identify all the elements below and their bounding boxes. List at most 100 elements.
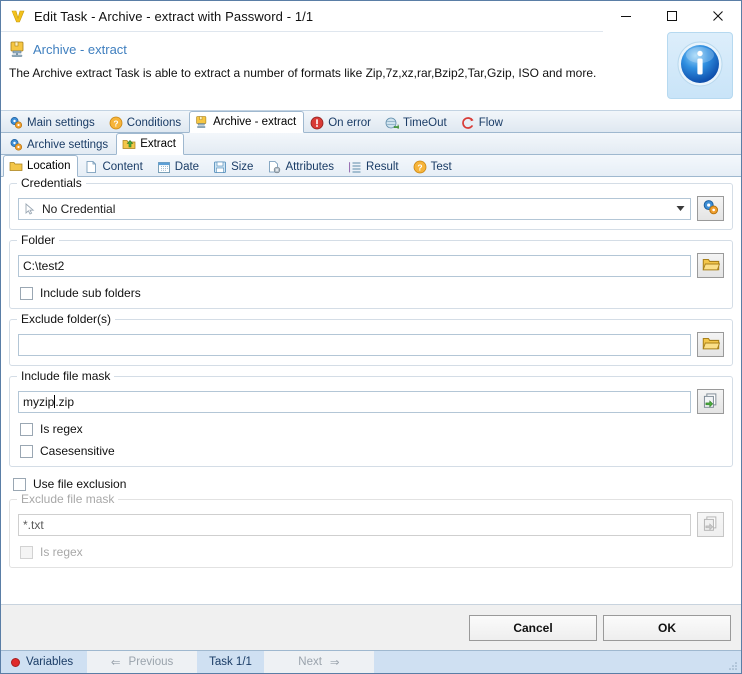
next-label: Next	[298, 656, 322, 668]
tab-date[interactable]: Date	[151, 156, 207, 177]
folder-legend: Folder	[17, 233, 59, 247]
exclude-file-mask-value: *.txt	[23, 515, 44, 535]
gears-icon	[9, 116, 23, 130]
tab-main-settings[interactable]: Main settings	[3, 112, 103, 133]
casesensitive-label: Casesensitive	[40, 444, 115, 458]
location-panel: Credentials No Credential	[1, 177, 741, 604]
variables-label: Variables	[26, 656, 73, 668]
gears-icon	[702, 199, 719, 219]
minimize-button[interactable]	[603, 1, 649, 32]
gears-icon	[9, 138, 23, 152]
include-is-regex-checkbox[interactable]	[20, 423, 33, 436]
page-title: Archive - extract	[33, 42, 127, 57]
tab-test[interactable]: ? Test	[407, 156, 460, 177]
maximize-button[interactable]	[649, 1, 695, 32]
exclude-folders-legend: Exclude folder(s)	[17, 312, 115, 326]
tab-size[interactable]: Size	[207, 156, 261, 177]
task-label: Task 1/1	[209, 656, 252, 668]
previous-label: Previous	[129, 656, 174, 668]
folder-row: C:\test2	[18, 253, 724, 278]
chevron-down-icon[interactable]	[672, 199, 688, 219]
tab-label: Archive - extract	[213, 116, 296, 128]
arrow-right-icon: ⇒	[330, 655, 340, 669]
include-file-mask-value-before-caret: myzip	[23, 392, 54, 412]
header-title-row: Archive - extract	[9, 38, 731, 60]
exclude-file-mask-row: *.txt	[18, 512, 724, 537]
credentials-select[interactable]: No Credential	[18, 198, 691, 220]
tab-label: Date	[175, 161, 199, 173]
exclude-folders-browse-button[interactable]	[697, 332, 724, 357]
include-file-mask-legend: Include file mask	[17, 369, 114, 383]
variables-indicator-icon	[11, 658, 20, 667]
task-description: The Archive extract Task is able to extr…	[9, 66, 731, 80]
include-file-mask-value-after-caret: .zip	[55, 392, 74, 412]
error-icon	[310, 116, 324, 130]
tab-label: Test	[431, 161, 452, 173]
include-sub-folders-checkbox[interactable]	[20, 287, 33, 300]
exclude-file-mask-browse-button[interactable]	[697, 512, 724, 537]
window-controls	[603, 1, 741, 32]
tab-label: Extract	[140, 138, 176, 150]
tab-row-secondary: Archive settings Extract	[1, 133, 741, 155]
attributes-icon	[267, 160, 281, 174]
folder-browse-button[interactable]	[697, 253, 724, 278]
include-file-mask-browse-button[interactable]	[697, 389, 724, 414]
tab-result[interactable]: Result	[342, 156, 407, 177]
dialog-footer: Cancel OK	[1, 604, 741, 650]
folder-group: Folder C:\test2 Include sub folders	[9, 240, 733, 309]
tab-extract[interactable]: Extract	[116, 133, 184, 155]
tab-row-primary: Main settings ? Conditions	[1, 111, 741, 133]
tab-label: Main settings	[27, 117, 95, 129]
tab-conditions[interactable]: ? Conditions	[103, 112, 189, 133]
include-is-regex-row[interactable]: Is regex	[18, 422, 724, 436]
previous-button[interactable]: ⇐ Previous	[87, 651, 197, 673]
tab-strip: Main settings ? Conditions	[1, 110, 741, 177]
info-panel	[667, 32, 733, 99]
extract-folder-icon	[122, 137, 136, 151]
next-button[interactable]: Next ⇒	[264, 651, 374, 673]
exclude-file-mask-group: Exclude file mask *.txt	[9, 499, 733, 568]
credentials-group: Credentials No Credential	[9, 183, 733, 230]
tab-on-error[interactable]: On error	[304, 112, 379, 133]
tab-label: Conditions	[127, 117, 181, 129]
arrow-left-icon: ⇐	[111, 655, 121, 669]
exclude-folders-row	[18, 332, 724, 357]
vmware-v-logo-icon	[9, 7, 27, 25]
use-file-exclusion-label: Use file exclusion	[33, 477, 126, 491]
folder-icon	[9, 159, 23, 173]
tab-label: Content	[102, 161, 142, 173]
include-file-mask-input[interactable]: myzip.zip	[18, 391, 691, 413]
casesensitive-row[interactable]: Casesensitive	[18, 444, 724, 458]
title-bar: Edit Task - Archive - extract with Passw…	[1, 1, 741, 32]
use-file-exclusion-checkbox[interactable]	[13, 478, 26, 491]
exclude-file-mask-input[interactable]: *.txt	[18, 514, 691, 536]
exclude-is-regex-label: Is regex	[40, 545, 83, 559]
folder-browse-icon	[702, 334, 720, 355]
tab-timeout[interactable]: TimeOut	[379, 112, 455, 133]
tab-label: On error	[328, 117, 371, 129]
tab-archive-settings[interactable]: Archive settings	[3, 134, 116, 155]
tab-flow[interactable]: Flow	[455, 112, 511, 133]
casesensitive-checkbox[interactable]	[20, 445, 33, 458]
tab-location[interactable]: Location	[3, 155, 78, 177]
resize-grip-icon[interactable]	[726, 659, 738, 671]
folder-input[interactable]: C:\test2	[18, 255, 691, 277]
save-disk-icon	[213, 160, 227, 174]
tab-label: Result	[366, 161, 399, 173]
tab-attributes[interactable]: Attributes	[261, 156, 342, 177]
variables-button[interactable]: Variables	[1, 651, 87, 673]
cancel-button[interactable]: Cancel	[469, 615, 597, 641]
include-file-mask-group: Include file mask myzip.zip	[9, 376, 733, 467]
window-title: Edit Task - Archive - extract with Passw…	[34, 9, 313, 24]
cursor-arrow-icon	[23, 202, 37, 216]
svg-text:?: ?	[417, 162, 422, 172]
tab-archive-extract[interactable]: Archive - extract	[189, 111, 304, 133]
exclude-folders-input[interactable]	[18, 334, 691, 356]
credentials-manage-button[interactable]	[697, 196, 724, 221]
close-button[interactable]	[695, 1, 741, 32]
tab-content[interactable]: Content	[78, 156, 150, 177]
question-mark-icon: ?	[109, 116, 123, 130]
ok-button[interactable]: OK	[603, 615, 731, 641]
use-file-exclusion-row[interactable]: Use file exclusion	[11, 477, 733, 491]
include-sub-folders-row[interactable]: Include sub folders	[18, 286, 724, 300]
